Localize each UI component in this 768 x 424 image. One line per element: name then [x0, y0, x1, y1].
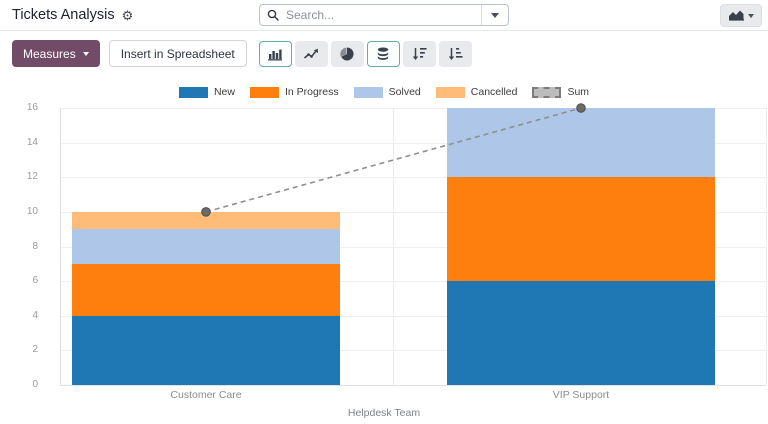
y-tick-label: 2 — [0, 345, 38, 355]
sort-descending-button[interactable] — [403, 41, 436, 67]
chart-legend: New In Progress Solved Cancelled Sum — [0, 86, 768, 98]
y-tick-label: 16 — [0, 103, 38, 113]
y-tick-label: 4 — [0, 311, 38, 321]
bar-chart-icon — [267, 47, 283, 61]
stacked-button[interactable] — [367, 41, 400, 67]
gridline — [60, 385, 766, 386]
measures-label: Measures — [23, 47, 76, 61]
y-tick-label: 12 — [0, 172, 38, 182]
pie-chart-icon — [340, 47, 354, 61]
search-input[interactable] — [284, 7, 481, 23]
bar-segment-new[interactable] — [447, 281, 715, 385]
y-tick-label: 6 — [0, 276, 38, 286]
stacked-icon — [376, 47, 390, 61]
breadcrumb: Tickets Analysis ⚙ — [12, 0, 133, 30]
bar-chart-button[interactable] — [259, 41, 292, 67]
y-tick-label: 10 — [0, 207, 38, 217]
legend-item-solved[interactable]: Solved — [354, 86, 421, 98]
y-axis-line — [60, 108, 61, 385]
chevron-down-icon — [491, 13, 499, 18]
search-bar[interactable] — [259, 4, 509, 26]
search-dropdown-toggle[interactable] — [481, 5, 508, 25]
gridline — [393, 108, 394, 385]
sort-descending-icon — [412, 47, 427, 60]
legend-swatch — [179, 87, 208, 98]
bar-segment-solved[interactable] — [72, 229, 340, 264]
page-title: Tickets Analysis — [12, 7, 115, 23]
insert-in-spreadsheet-button[interactable]: Insert in Spreadsheet — [109, 40, 247, 67]
legend-item-cancelled[interactable]: Cancelled — [436, 86, 518, 98]
bar-segment-solved[interactable] — [447, 108, 715, 177]
chart-type-buttons — [259, 41, 472, 67]
bar-segment-in-progress[interactable] — [447, 177, 715, 281]
legend-swatch — [354, 87, 383, 98]
control-panel: Measures Insert in Spreadsheet — [0, 31, 768, 76]
search-icon — [267, 9, 279, 21]
legend-label: Solved — [389, 86, 421, 98]
top-bar: Tickets Analysis ⚙ — [0, 0, 768, 31]
sort-ascending-button[interactable] — [439, 41, 472, 67]
graph-view: New In Progress Solved Cancelled Sum 0 2 4 6 8 10… — [0, 76, 768, 424]
chevron-down-icon — [748, 14, 754, 18]
legend-item-sum[interactable]: Sum — [532, 86, 589, 98]
legend-swatch — [532, 87, 561, 98]
legend-swatch — [436, 87, 465, 98]
legend-label: Sum — [567, 86, 589, 98]
x-category-label: VIP Support — [553, 389, 609, 401]
x-axis-title: Helpdesk Team — [0, 407, 768, 419]
measures-button[interactable]: Measures — [12, 40, 100, 67]
legend-swatch — [250, 87, 279, 98]
x-category-label: Customer Care — [170, 389, 241, 401]
sort-ascending-icon — [448, 47, 463, 60]
chevron-down-icon — [83, 52, 89, 56]
legend-label: New — [214, 86, 235, 98]
legend-item-in-progress[interactable]: In Progress — [250, 86, 339, 98]
area-chart-icon — [729, 10, 744, 21]
line-chart-button[interactable] — [295, 41, 328, 67]
view-switcher-button[interactable] — [720, 4, 762, 27]
gridline — [766, 108, 767, 385]
line-chart-icon — [303, 47, 319, 60]
y-tick-label: 8 — [0, 242, 38, 252]
pie-chart-button[interactable] — [331, 41, 364, 67]
legend-item-new[interactable]: New — [179, 86, 235, 98]
gear-icon[interactable]: ⚙ — [122, 9, 134, 22]
y-tick-label: 0 — [0, 380, 38, 390]
legend-label: Cancelled — [471, 86, 518, 98]
y-tick-label: 14 — [0, 138, 38, 148]
bar-segment-in-progress[interactable] — [72, 264, 340, 316]
bar-segment-cancelled[interactable] — [72, 212, 340, 229]
legend-label: In Progress — [285, 86, 339, 98]
bar-segment-new[interactable] — [72, 316, 340, 385]
